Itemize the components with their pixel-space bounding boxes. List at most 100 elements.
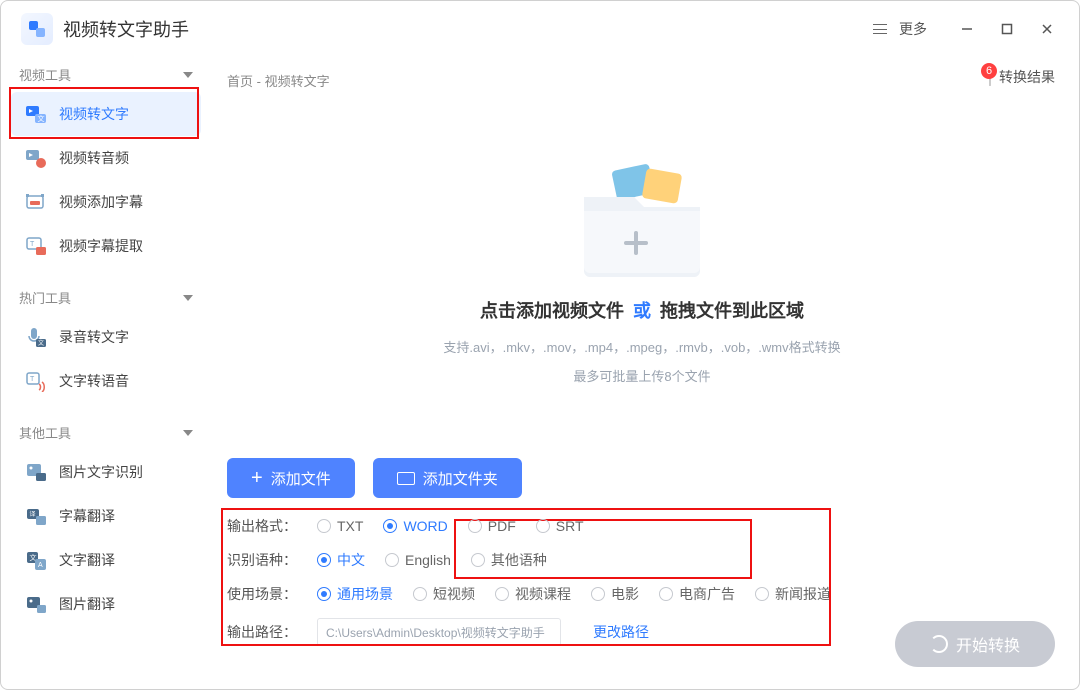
minimize-button[interactable] [947, 9, 987, 49]
add-file-button[interactable]: + 添加文件 [227, 458, 355, 498]
opt: WORD [403, 518, 447, 534]
opt: English [405, 552, 451, 568]
breadcrumb-current: 视频转文字 [265, 74, 330, 89]
chevron-down-icon [183, 295, 193, 301]
sidebar-item-video-to-audio[interactable]: 视频转音频 [11, 136, 201, 180]
sidebar-item-audio-to-text[interactable]: 文 录音转文字 [11, 315, 201, 359]
opt: 其他语种 [491, 550, 547, 570]
sidebar: 视频工具 文 视频转文字 视频转音频 视频添加字幕 T 视频字幕提取 [1, 57, 211, 689]
more-label: 更多 [899, 19, 927, 39]
drop-supports: 支持.avi，.mkv，.mov，.mp4，.mpeg，.rmvb，.vob，.… [443, 337, 840, 356]
results-label: 转换结果 [999, 67, 1055, 87]
svg-text:文: 文 [38, 114, 45, 123]
folder-illustration [542, 137, 742, 287]
scene-row: 使用场景： 通用场景 短视频 视频课程 电影 电商广告 新闻报道 [227, 584, 1057, 604]
output-path-input[interactable] [317, 618, 561, 646]
radio-short-video[interactable]: 短视频 [413, 584, 475, 604]
radio-txt[interactable]: TXT [317, 518, 363, 534]
opt: 电影 [611, 584, 639, 604]
hamburger-icon [873, 24, 887, 34]
sidebar-group-head[interactable]: 其他工具 [11, 415, 201, 450]
radio-word[interactable]: WORD [383, 518, 447, 534]
add-file-label: 添加文件 [271, 468, 331, 489]
sidebar-group-other: 其他工具 图片文字识别 译 字幕翻译 文A 文字翻译 图片翻译 [11, 415, 201, 626]
path-label: 输出路径： [227, 622, 297, 642]
subtitle-extract-icon: T [25, 235, 47, 257]
sidebar-item-label: 录音转文字 [59, 327, 129, 347]
drop-title-right: 拖拽文件到此区域 [660, 301, 804, 321]
sidebar-item-subtitle-translate[interactable]: 译 字幕翻译 [11, 494, 201, 538]
start-convert-button[interactable]: 开始转换 [895, 621, 1055, 667]
opt: 中文 [337, 550, 365, 570]
sidebar-item-text-translate[interactable]: 文A 文字翻译 [11, 538, 201, 582]
drop-title: 点击添加视频文件 或 拖拽文件到此区域 [480, 297, 804, 323]
sidebar-group-head[interactable]: 热门工具 [11, 280, 201, 315]
opt: TXT [337, 518, 363, 534]
group-label: 热门工具 [19, 288, 71, 307]
results-button[interactable]: 6 转换结果 [989, 67, 1055, 87]
sidebar-item-image-translate[interactable]: 图片翻译 [11, 582, 201, 626]
opt: 电商广告 [679, 584, 735, 604]
sidebar-item-label: 视频添加字幕 [59, 192, 143, 212]
radio-english[interactable]: English [385, 552, 451, 568]
change-path-link[interactable]: 更改路径 [593, 622, 649, 642]
add-folder-label: 添加文件夹 [423, 468, 498, 489]
output-format-row: 输出格式： TXT WORD PDF SRT [227, 516, 1057, 536]
main: 首页 - 视频转文字 6 转换结果 [211, 57, 1079, 689]
language-row: 识别语种： 中文 English 其他语种 [227, 550, 1057, 570]
svg-text:T: T [30, 241, 35, 248]
sidebar-item-text-to-speech[interactable]: T 文字转语音 [11, 359, 201, 403]
svg-text:T: T [30, 376, 35, 383]
subtitle-add-icon [25, 191, 47, 213]
radio-ecommerce[interactable]: 电商广告 [659, 584, 735, 604]
chevron-down-icon [183, 430, 193, 436]
add-buttons: + 添加文件 添加文件夹 [227, 458, 1057, 498]
app-title: 视频转文字助手 [63, 16, 189, 42]
folder-icon [397, 472, 415, 485]
radio-chinese[interactable]: 中文 [317, 550, 365, 570]
opt: 短视频 [433, 584, 475, 604]
sidebar-item-label: 视频转文字 [59, 104, 129, 124]
sidebar-item-video-to-text[interactable]: 文 视频转文字 [11, 92, 201, 136]
maximize-button[interactable] [987, 9, 1027, 49]
titlebar: 视频转文字助手 更多 [1, 1, 1079, 57]
close-button[interactable] [1027, 9, 1067, 49]
group-label: 视频工具 [19, 65, 71, 84]
svg-text:A: A [38, 562, 43, 569]
sidebar-item-extract-subtitle[interactable]: T 视频字幕提取 [11, 224, 201, 268]
sidebar-group-hot: 热门工具 文 录音转文字 T 文字转语音 [11, 280, 201, 403]
radio-news[interactable]: 新闻报道 [755, 584, 831, 604]
radio-other-lang[interactable]: 其他语种 [471, 550, 547, 570]
drop-limit: 最多可批量上传8个文件 [573, 366, 710, 385]
radio-general[interactable]: 通用场景 [317, 584, 393, 604]
breadcrumb: 首页 - 视频转文字 [227, 71, 1057, 90]
sidebar-item-label: 文字翻译 [59, 550, 115, 570]
radio-course[interactable]: 视频课程 [495, 584, 571, 604]
radio-pdf[interactable]: PDF [468, 518, 516, 534]
svg-text:译: 译 [30, 510, 36, 518]
scene-label: 使用场景： [227, 584, 297, 604]
breadcrumb-home[interactable]: 首页 [227, 74, 253, 89]
radio-srt[interactable]: SRT [536, 518, 584, 534]
sidebar-item-label: 字幕翻译 [59, 506, 115, 526]
opt: 新闻报道 [775, 584, 831, 604]
drop-title-or: 或 [633, 301, 651, 321]
output-format-label: 输出格式： [227, 516, 297, 536]
sidebar-item-label: 图片文字识别 [59, 462, 143, 482]
svg-text:文: 文 [38, 339, 44, 347]
tts-icon: T [25, 370, 47, 392]
opt: PDF [488, 518, 516, 534]
add-folder-button[interactable]: 添加文件夹 [373, 458, 522, 498]
drop-zone[interactable]: 点击添加视频文件 或 拖拽文件到此区域 支持.avi，.mkv，.mov，.mp… [227, 120, 1057, 452]
opt: 视频课程 [515, 584, 571, 604]
more-menu[interactable]: 更多 [873, 19, 927, 39]
subtitle-translate-icon: 译 [25, 505, 47, 527]
start-label: 开始转换 [956, 632, 1020, 656]
radio-movie[interactable]: 电影 [591, 584, 639, 604]
sidebar-group-head[interactable]: 视频工具 [11, 57, 201, 92]
text-translate-icon: 文A [25, 549, 47, 571]
sidebar-item-ocr[interactable]: 图片文字识别 [11, 450, 201, 494]
sidebar-item-add-subtitle[interactable]: 视频添加字幕 [11, 180, 201, 224]
language-label: 识别语种： [227, 550, 297, 570]
video-audio-icon [25, 147, 47, 169]
